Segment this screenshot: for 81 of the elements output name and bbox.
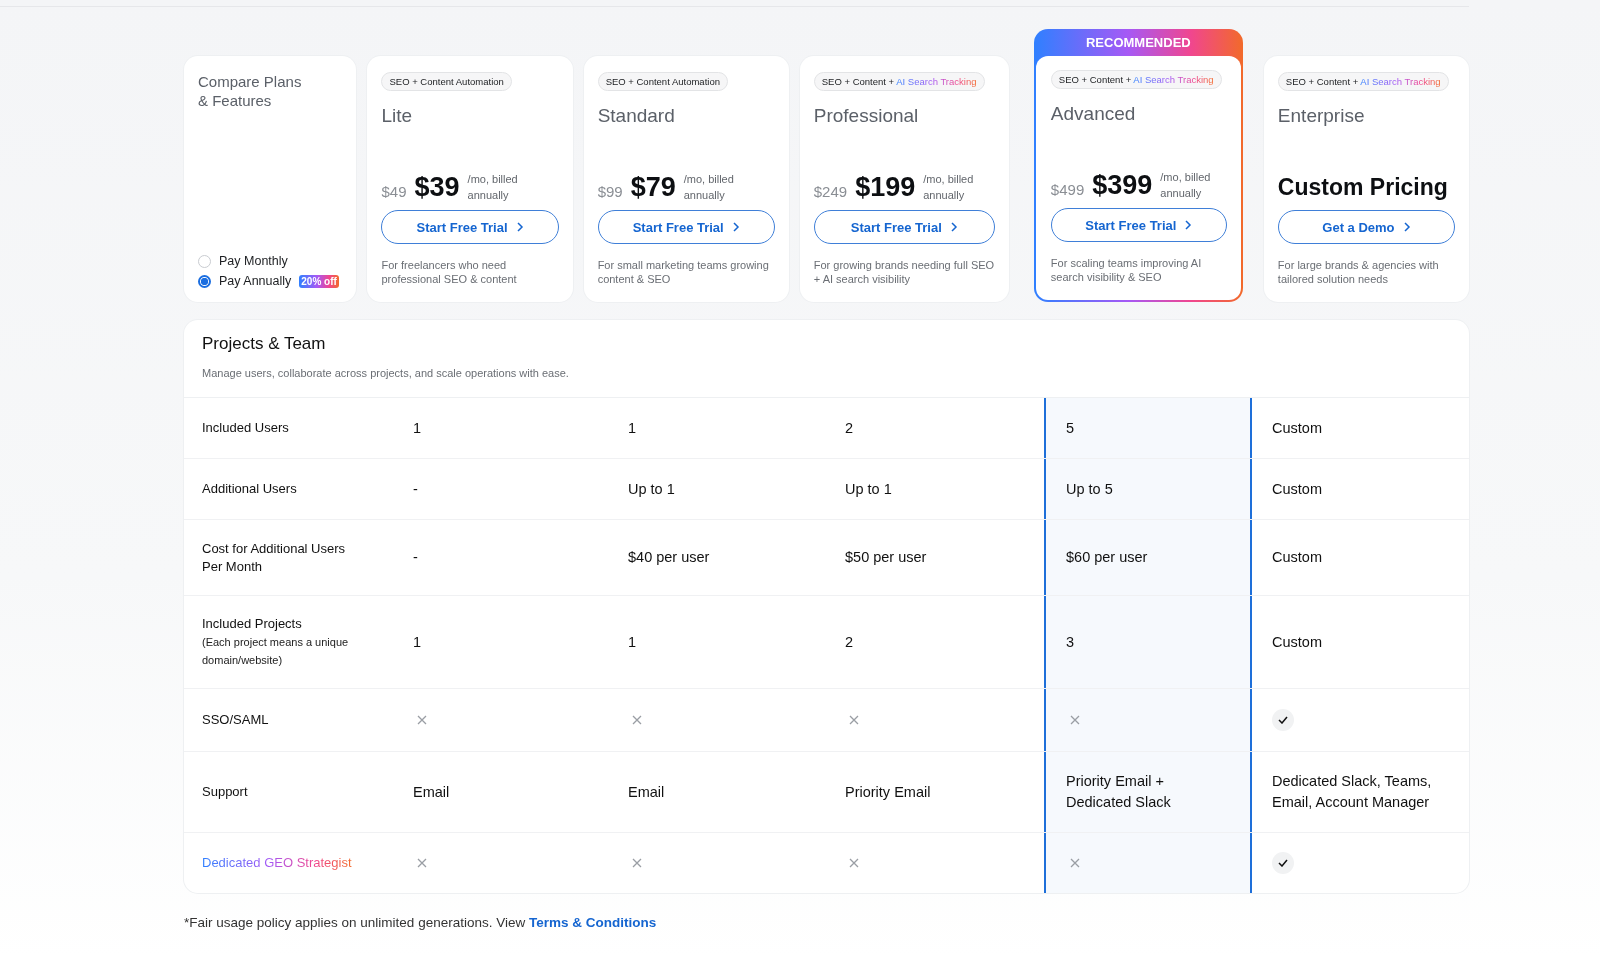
table-cell-text: Up to 5 (1066, 479, 1113, 499)
plan-price: Custom Pricing (1277, 173, 1448, 201)
plan-name: Enterprise (1277, 105, 1366, 127)
intro-title: Compare Plans (198, 72, 303, 91)
billing-option[interactable]: Pay Annually (219, 274, 292, 288)
table-cell-text: Up to 1 (628, 479, 675, 499)
chevron-right-icon (515, 222, 524, 232)
plan-button[interactable]: Start Free Trial (597, 210, 775, 244)
plan-button[interactable]: Start Free Trial (813, 210, 995, 244)
plan-tag: SEO + Content + AI Search Tracking (813, 72, 985, 91)
plan-price: $399 (1092, 169, 1153, 201)
plan-name: Advanced (1050, 103, 1137, 125)
plan-description: For growing brands needing full SEO + AI search visibility (813, 258, 995, 287)
plan-price: $39 (414, 171, 460, 203)
price-note: /mo, billed annually (923, 172, 975, 203)
billing-option[interactable]: Pay Monthly (219, 254, 288, 268)
table-cell-text: Email (628, 782, 665, 802)
table-cell-text: Priority Email + Dedicated Slack (1066, 772, 1172, 812)
table-cell-text: Priority Email (845, 782, 931, 802)
chevron-right-icon (731, 222, 740, 232)
section-title: Projects & Team (202, 334, 327, 354)
old-price: $49 (381, 182, 407, 200)
plan-description: For scaling teams improving AI search visibility & SEO (1050, 256, 1203, 285)
old-price: $249 (813, 182, 848, 200)
table-cell-text: Email (413, 782, 450, 802)
table-cell-text: Custom (1272, 548, 1322, 567)
table-cell-text: $40 per user (628, 548, 710, 567)
price-note: /mo, billed annually (467, 172, 519, 203)
plan-description: For large brands & agencies with tailored solution needs (1277, 258, 1440, 287)
plan-name: Professional (813, 105, 920, 127)
feature-label: Included Users (202, 419, 290, 437)
table-cell-text: 1 (413, 632, 422, 652)
section-subtitle: Manage users, collaborate across projects, and scale operations with ease. (202, 367, 570, 379)
chevron-right-icon (1184, 220, 1193, 230)
table-cell-text: $60 per user (1066, 548, 1148, 567)
chevron-right-icon (1402, 222, 1411, 232)
table-cell-text: - (413, 548, 418, 567)
feature-label: Included Projects (202, 615, 303, 633)
footer-note: *Fair usage policy applies on unlimited generations. View Terms & Conditions (184, 915, 658, 930)
table-cell-text: 1 (413, 418, 422, 438)
old-price: $499 (1050, 180, 1085, 198)
plan-name: Lite (381, 105, 414, 127)
plan-tag: SEO + Content Automation (597, 72, 728, 91)
plan-name: Standard (597, 105, 676, 127)
table-cell-text: 1 (628, 418, 637, 438)
plan-button[interactable]: Get a Demo (1277, 210, 1455, 244)
chevron-right-icon (949, 222, 958, 232)
plan-tag: SEO + Content + AI Search Tracking (1277, 72, 1449, 91)
plan-price: $79 (630, 171, 676, 203)
feature-label: Support (202, 783, 249, 801)
table-cell-text: Custom (1272, 418, 1322, 438)
plan-description: For freelancers who need professional SEO & content (381, 258, 518, 287)
terms-link[interactable]: Terms & Conditions (528, 915, 657, 930)
feature-label: SSO/SAML (202, 711, 270, 729)
feature-note: (Each project means a unique domain/website) (202, 635, 350, 668)
plan-button[interactable]: Start Free Trial (381, 210, 559, 244)
plan-tag: SEO + Content Automation (381, 72, 512, 91)
price-note: /mo, billed annually (1160, 170, 1212, 201)
recommended-label: RECOMMENDED (1085, 34, 1192, 52)
table-cell-text: - (413, 479, 418, 499)
table-cell-text: 2 (845, 418, 854, 438)
radio-button[interactable] (198, 274, 211, 288)
table-cell-text: Up to 1 (845, 479, 892, 499)
table-cell-text: 1 (628, 632, 637, 652)
table-cell-text: $50 per user (845, 548, 927, 567)
intro-title: & Features (198, 91, 273, 110)
plan-button[interactable]: Start Free Trial (1050, 208, 1227, 242)
old-price: $99 (597, 182, 623, 200)
plan-description: For small marketing teams growing content & SEO (597, 258, 770, 287)
table-cell-text: Custom (1272, 632, 1322, 652)
table-cell-text: Custom (1272, 479, 1322, 499)
table-cell-text: 2 (845, 632, 854, 652)
price-note: /mo, billed annually (683, 172, 735, 203)
table-cell-text: 5 (1066, 418, 1075, 438)
table-cell-text: 3 (1066, 632, 1075, 652)
feature-label: Additional Users (202, 480, 298, 498)
plan-price: $199 (855, 171, 916, 203)
feature-label: Cost for Additional Users Per Month (202, 539, 347, 576)
discount-badge: 20% off (299, 274, 339, 288)
plan-tag: SEO + Content + AI Search Tracking (1050, 70, 1222, 89)
table-cell-text: Dedicated Slack, Teams, Email, Account Manager (1272, 772, 1433, 812)
